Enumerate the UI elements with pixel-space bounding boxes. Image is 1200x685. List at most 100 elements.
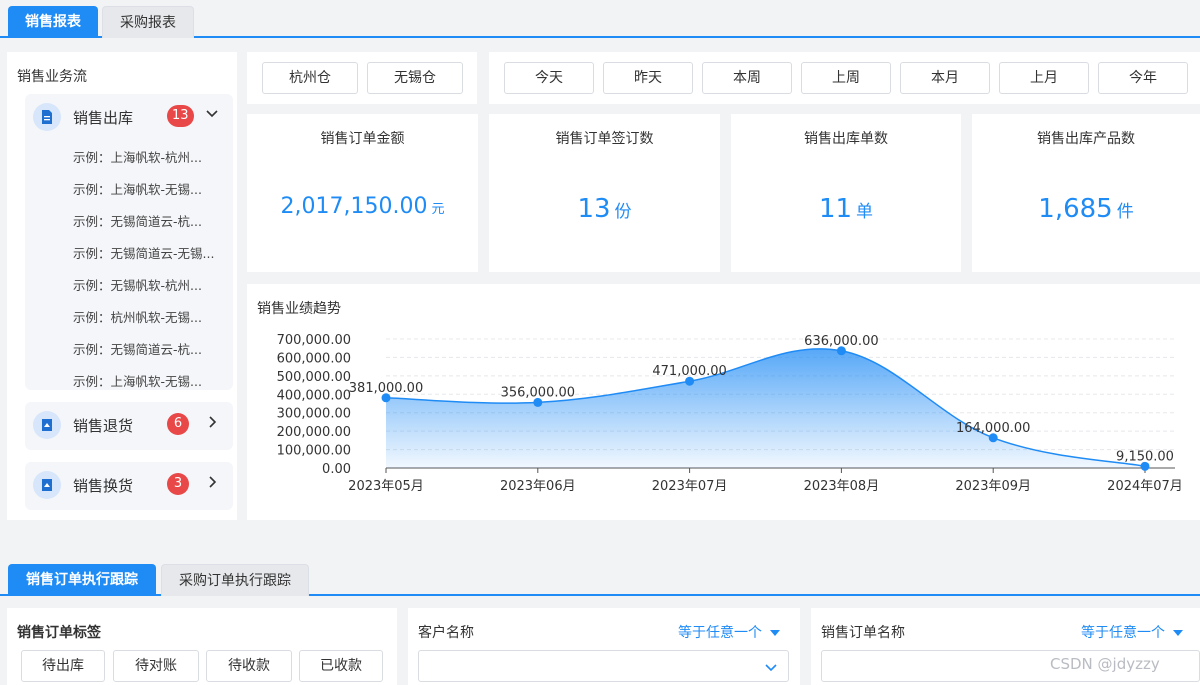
sidebar-sub-item[interactable]: 示例：无锡简道云-杭...	[73, 211, 202, 230]
y-tick-label: 400,000.00	[277, 388, 351, 403]
return-icon	[33, 411, 61, 439]
period-button-last-week[interactable]: 上周	[801, 62, 891, 94]
kpi-number: 2,017,150.00	[280, 194, 428, 219]
tab-purchase-report[interactable]: 采购报表	[102, 6, 194, 38]
data-label: 636,000.00	[804, 334, 878, 349]
group-sales-outbound: 销售出库 13 示例：上海帆软-杭州... 示例：上海帆软-无锡... 示例：无…	[25, 94, 233, 390]
group-head-sales-exchange[interactable]: 销售换货 3	[25, 462, 233, 508]
kpi-card-order-amount: 销售订单金额 2,017,150.00 元	[247, 114, 478, 272]
section-title: 销售订单标签	[17, 625, 101, 641]
sidebar-sub-item[interactable]: 示例：无锡帆软-杭州...	[73, 275, 202, 294]
x-tick-label: 2023年07月	[652, 479, 728, 494]
data-label: 381,000.00	[349, 381, 423, 396]
group-label: 销售出库	[73, 109, 134, 127]
customer-select[interactable]	[418, 650, 789, 682]
period-button-last-month[interactable]: 上月	[999, 62, 1089, 94]
x-tick-label: 2023年06月	[500, 479, 576, 494]
warehouse-filter: 杭州仓 无锡仓	[247, 52, 477, 104]
chevron-down-icon	[765, 664, 777, 672]
group-head-sales-outbound[interactable]: 销售出库 13	[25, 94, 233, 140]
sidebar-title: 销售业务流	[17, 69, 87, 85]
kpi-value: 13 份	[489, 194, 720, 224]
watermark: CSDN @jdyzzy	[1050, 655, 1160, 673]
y-tick-label: 600,000.00	[277, 351, 351, 366]
kpi-title: 销售订单签订数	[555, 131, 654, 147]
y-tick-label: 0.00	[322, 462, 351, 477]
group-label: 销售退货	[73, 417, 134, 435]
x-tick-label: 2023年05月	[348, 479, 424, 494]
sales-trend-chart: 销售业绩趋势 0.00 100,000.00 200,000.00 300,000.0…	[247, 284, 1200, 520]
chevron-right-icon[interactable]	[205, 415, 219, 429]
kpi-unit: 件	[1116, 202, 1134, 222]
y-tick-label: 200,000.00	[277, 425, 351, 440]
kpi-value: 1,685 件	[972, 194, 1200, 224]
tracking-tabbar: 销售订单执行跟踪 采购订单执行跟踪	[0, 558, 1200, 596]
chevron-right-icon[interactable]	[205, 475, 219, 489]
period-button-today[interactable]: 今天	[504, 62, 594, 94]
sales-flow-sidebar: 销售业务流 销售出库 13 示例：上海帆软-杭州... 示例：上海帆软-无锡..…	[7, 52, 237, 520]
count-badge: 13	[167, 105, 194, 127]
y-tick-label: 700,000.00	[277, 333, 351, 348]
kpi-card-outbound-products: 销售出库产品数 1,685 件	[972, 114, 1200, 272]
sidebar-sub-item[interactable]: 示例：无锡简道云-无锡...	[73, 243, 214, 262]
period-button-yesterday[interactable]: 昨天	[603, 62, 693, 94]
sidebar-sub-item[interactable]: 示例：上海帆软-无锡...	[73, 371, 202, 390]
group-label: 销售换货	[73, 477, 134, 495]
warehouse-button-wuxi[interactable]: 无锡仓	[367, 62, 463, 94]
period-button-this-week[interactable]: 本周	[702, 62, 792, 94]
group-head-sales-return[interactable]: 销售退货 6	[25, 402, 233, 448]
field-label: 客户名称	[418, 625, 474, 641]
kpi-title: 销售订单金额	[320, 131, 405, 147]
chevron-down-icon[interactable]	[205, 107, 219, 121]
operator-dropdown[interactable]: 等于任意一个	[678, 622, 780, 642]
kpi-unit: 单	[856, 202, 874, 222]
x-tick-label: 2023年08月	[804, 479, 880, 494]
tag-button-paid[interactable]: 已收款	[299, 650, 383, 682]
kpi-number: 11	[818, 194, 853, 224]
document-icon	[33, 103, 61, 131]
tag-button-pending-reconcile[interactable]: 待对账	[113, 650, 199, 682]
kpi-unit: 份	[614, 202, 632, 222]
data-label: 356,000.00	[501, 385, 575, 400]
period-button-this-month[interactable]: 本月	[900, 62, 990, 94]
kpi-title: 销售出库产品数	[1037, 131, 1135, 147]
sidebar-sub-item[interactable]: 示例：杭州帆软-无锡...	[73, 307, 202, 326]
tag-button-pending-payment[interactable]: 待收款	[206, 650, 292, 682]
count-badge: 3	[167, 473, 189, 495]
sidebar-sub-item[interactable]: 示例：上海帆软-无锡...	[73, 179, 202, 198]
period-filter: 今天 昨天 本周 上周 本月 上月 今年	[489, 52, 1200, 104]
period-button-this-year[interactable]: 今年	[1098, 62, 1188, 94]
operator-label: 等于任意一个	[678, 625, 762, 641]
operator-dropdown[interactable]: 等于任意一个	[1081, 622, 1183, 642]
data-label: 9,150.00	[1116, 449, 1174, 464]
tab-purchase-order-tracking[interactable]: 采购订单执行跟踪	[161, 564, 309, 596]
tag-button-pending-outbound[interactable]: 待出库	[21, 650, 105, 682]
exchange-icon	[33, 471, 61, 499]
field-label: 销售订单名称	[821, 625, 905, 641]
kpi-number: 13	[577, 194, 611, 224]
kpi-card-contracts: 销售订单签订数 13 份	[489, 114, 720, 272]
kpi-title: 销售出库单数	[804, 131, 888, 147]
x-tick-label: 2023年09月	[955, 479, 1031, 494]
sidebar-sub-item[interactable]: 示例：无锡简道云-杭...	[73, 339, 202, 358]
sidebar-sub-item[interactable]: 示例：上海帆软-杭州...	[73, 147, 202, 166]
data-label: 164,000.00	[956, 421, 1030, 436]
order-name-filter-panel: 销售订单名称 等于任意一个	[811, 608, 1200, 685]
tab-sales-report[interactable]: 销售报表	[8, 6, 98, 38]
group-sales-exchange[interactable]: 销售换货 3	[25, 462, 233, 510]
caret-down-icon	[770, 630, 780, 636]
series-area	[386, 348, 1145, 468]
group-sales-return[interactable]: 销售退货 6	[25, 402, 233, 450]
count-badge: 6	[167, 413, 189, 435]
operator-label: 等于任意一个	[1081, 625, 1165, 641]
kpi-number: 1,685	[1038, 194, 1113, 224]
y-tick-label: 300,000.00	[277, 407, 351, 422]
warehouse-button-hangzhou[interactable]: 杭州仓	[262, 62, 358, 94]
trend-chart-svg: 0.00 100,000.00 200,000.00 300,000.00 400,00…	[277, 333, 1183, 494]
y-tick-label: 500,000.00	[277, 370, 351, 385]
y-tick-label: 100,000.00	[277, 444, 351, 459]
order-tag-panel: 销售订单标签 待出库 待对账 待收款 已收款	[7, 608, 397, 685]
kpi-value: 2,017,150.00 元	[247, 194, 478, 219]
kpi-card-outbound-orders: 销售出库单数 11 单	[731, 114, 961, 272]
tab-sales-order-tracking[interactable]: 销售订单执行跟踪	[8, 564, 156, 596]
